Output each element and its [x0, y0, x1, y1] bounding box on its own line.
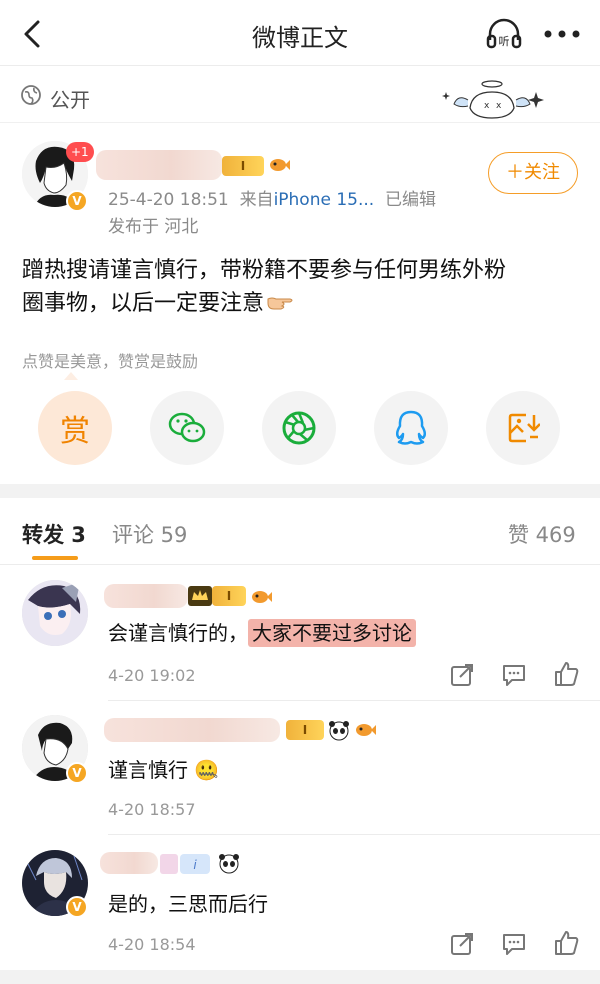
tab-like[interactable]: 赞 469	[508, 519, 576, 549]
commenter-avatar[interactable]	[22, 580, 88, 646]
comment-text-highlighted: 大家不要过多讨论	[248, 619, 416, 647]
verified-badge: V	[66, 896, 88, 918]
author-name-blurred[interactable]	[96, 150, 222, 180]
verified-badge: V	[66, 762, 88, 784]
tab-repost[interactable]: 转发 3	[22, 519, 86, 549]
panda-badge-icon	[329, 721, 349, 741]
comment-text: 是的，三思而后行	[108, 892, 268, 916]
panda-badge-icon	[219, 854, 239, 874]
fish-badge-icon	[270, 159, 290, 171]
post-body: 蹭热搜请谨言慎行，带粉籍不要参与任何男练外粉 圈事物，以后一定要注意	[22, 254, 582, 320]
follow-button[interactable]: ＋关注	[488, 152, 578, 194]
source-device-link[interactable]: iPhone 15...	[274, 190, 375, 210]
svg-text:x: x	[496, 101, 502, 111]
comment-divider	[108, 834, 600, 835]
post-location: 发布于 河北	[108, 217, 199, 237]
comment-text-plain: 谨言慎行	[108, 758, 188, 782]
qq-icon	[396, 410, 426, 445]
pointing-hand-icon	[267, 297, 293, 310]
like-icon[interactable]	[552, 660, 580, 688]
tabs-divider	[0, 564, 600, 565]
comment-time: 4-20 18:57	[108, 800, 196, 819]
caret-up-icon	[64, 372, 78, 380]
fish-badge-icon	[356, 724, 376, 736]
weibo-post-detail-page: 微博正文 听 公开 x x V +1 I 25-4-20 18:51 来自iPh…	[0, 0, 600, 984]
source-prefix: 来自	[239, 190, 274, 210]
comment-time: 4-20 18:54	[108, 935, 196, 954]
comment-text: 谨言慎行 🤐	[108, 754, 219, 783]
save-image-button[interactable]	[486, 391, 560, 465]
level-badge: I	[222, 156, 264, 176]
share-moments-button[interactable]	[262, 391, 336, 465]
comment-divider	[108, 700, 600, 701]
level-badge: I	[286, 720, 324, 740]
repost-icon[interactable]	[448, 661, 476, 689]
reward-label: 赏	[60, 414, 90, 449]
post-text-line: 圈事物，以后一定要注意	[22, 287, 582, 320]
share-wechat-button[interactable]	[150, 391, 224, 465]
share-qq-button[interactable]	[374, 391, 448, 465]
level-badge: I	[212, 586, 246, 606]
commenter-name-blurred[interactable]	[104, 584, 188, 608]
tab-comment[interactable]: 评论 59	[112, 519, 187, 549]
bottom-divider	[0, 970, 600, 984]
active-tab-indicator	[32, 556, 78, 560]
section-divider	[0, 484, 600, 498]
fish-badge-icon	[252, 591, 272, 603]
globe-icon	[21, 85, 41, 105]
post-meta: 25-4-20 18:51 来自iPhone 15... 已编辑	[108, 185, 436, 210]
post-date: 25-4-20 18:51	[108, 190, 229, 210]
commenter-name-blurred[interactable]	[100, 852, 158, 874]
comment-icon[interactable]	[500, 930, 528, 958]
save-image-icon	[508, 413, 540, 443]
fan-badge-icon: i	[160, 854, 210, 874]
crown-badge-icon	[188, 586, 212, 606]
svg-text:听: 听	[499, 35, 510, 48]
headphones-icon: 听	[486, 18, 522, 49]
more-dots-icon	[544, 30, 580, 38]
repost-icon[interactable]	[448, 930, 476, 958]
edited-label: 已编辑	[385, 190, 437, 210]
svg-text:x: x	[484, 101, 490, 111]
visibility-label: 公开	[50, 88, 90, 112]
zipper-mouth-emoji-icon: 🤐	[194, 758, 220, 782]
verified-badge: V	[66, 190, 88, 212]
like-icon[interactable]	[552, 929, 580, 957]
comment-text: 会谨言慎行的， 大家不要过多讨论	[108, 617, 416, 647]
comment-time: 4-20 19:02	[108, 666, 196, 685]
moments-icon	[282, 411, 316, 445]
more-button[interactable]	[540, 16, 584, 52]
post-text-line: 蹭热搜请谨言慎行，带粉籍不要参与任何男练外粉	[22, 258, 507, 283]
angel-doodle-decoration: x x	[442, 80, 544, 119]
avatar-image	[22, 580, 88, 646]
notification-badge: +1	[66, 142, 94, 162]
listen-button[interactable]: 听	[484, 16, 524, 52]
reward-button[interactable]: 赏	[38, 391, 112, 465]
comment-text-plain: 会谨言慎行的，	[108, 621, 248, 645]
comment-icon[interactable]	[500, 661, 528, 689]
top-bar: 微博正文 听	[0, 0, 600, 66]
commenter-name-blurred[interactable]	[104, 718, 280, 742]
wechat-icon	[168, 412, 206, 443]
reward-hint: 点赞是美意，赞赏是鼓励	[22, 352, 199, 371]
